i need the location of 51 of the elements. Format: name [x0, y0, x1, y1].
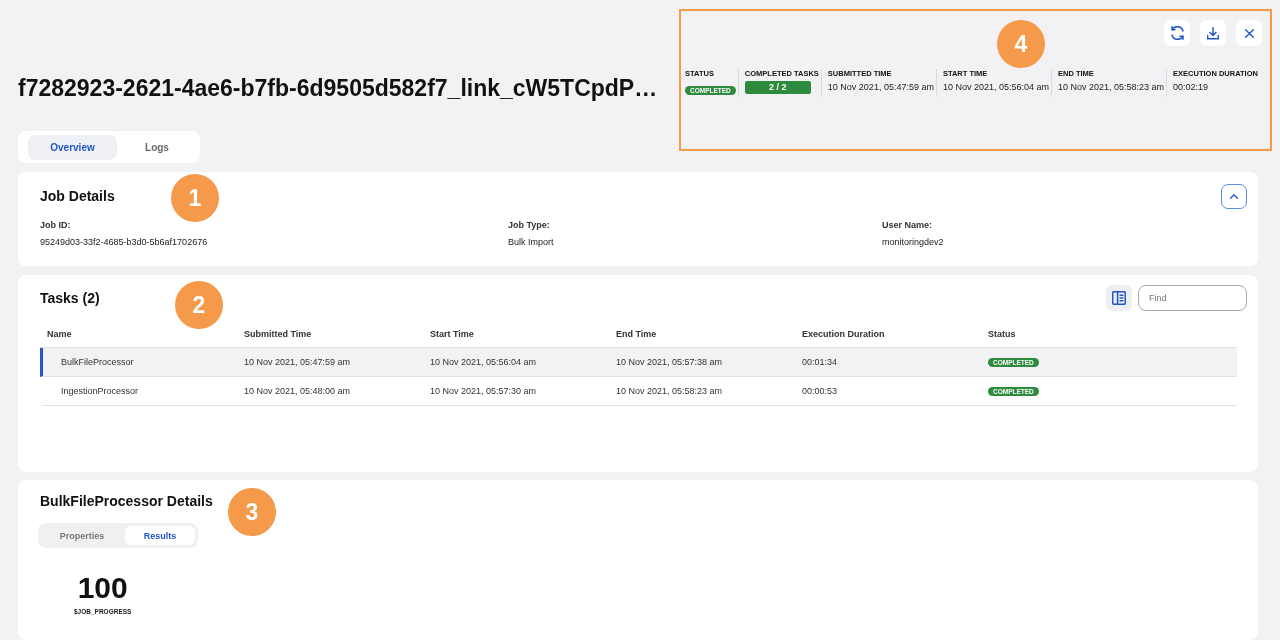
table-cell: 00:01:34: [802, 357, 838, 367]
download-button[interactable]: [1200, 20, 1226, 46]
caret-up-icon: [1230, 193, 1238, 199]
field-label: Job Type:: [508, 219, 550, 231]
column-header: Name: [47, 328, 72, 339]
column-header: Start Time: [430, 328, 474, 339]
field-value: Bulk Import: [508, 236, 554, 248]
stat-value: 10 Nov 2021, 05:58:23 am: [1058, 81, 1165, 93]
stat-value: 00:02:19: [1173, 81, 1210, 93]
metric-value: 100: [77, 573, 128, 603]
column-header: End Time: [616, 328, 657, 339]
table-cell: BulkFileProcessor: [61, 357, 134, 367]
section-title: Tasks (2): [40, 290, 100, 306]
search-field[interactable]: Find: [1138, 285, 1247, 311]
download-icon: [1207, 26, 1219, 40]
callout-number: 4: [997, 20, 1045, 68]
table-cell: 10 Nov 2021, 05:58:23 am: [616, 386, 723, 396]
section-title: Job Details: [40, 188, 115, 204]
column-toggle-button[interactable]: [1106, 285, 1132, 311]
field-value: 95249d03-33f2-4685-b3d0-5b6af1702676: [40, 236, 208, 248]
tab[interactable]: Results: [125, 526, 195, 545]
table-cell: IngestionProcessor: [61, 386, 139, 396]
field-label: User Name:: [882, 219, 933, 231]
tab[interactable]: Overview: [28, 134, 117, 160]
table-cell: 00:00:53: [802, 386, 838, 396]
table-cell: 10 Nov 2021, 05:56:04 am: [430, 357, 537, 367]
column-header: Execution Duration: [802, 328, 885, 339]
refresh-button[interactable]: [1164, 20, 1190, 46]
table-cell: 10 Nov 2021, 05:48:00 am: [244, 386, 351, 396]
collapse-button[interactable]: [1221, 183, 1247, 209]
tab[interactable]: Logs: [117, 134, 197, 160]
stat-value: 10 Nov 2021, 05:56:04 am: [942, 81, 1049, 93]
field-label: Job ID:: [40, 219, 71, 231]
table-cell: 10 Nov 2021, 05:47:59 am: [244, 357, 351, 367]
page-title: f7282923-2621-4ae6-b7fb-6d9505d582f7_link_cW5TCpdP…: [18, 74, 658, 103]
task-count: 2 / 2: [769, 81, 787, 94]
close-icon: [1244, 28, 1254, 38]
table-cell: 10 Nov 2021, 05:57:30 am: [430, 386, 537, 396]
column-header: Status: [988, 328, 1016, 339]
refresh-icon: [1170, 26, 1184, 40]
callout-number: 1: [171, 174, 219, 222]
panel-layout-icon: [1112, 291, 1126, 305]
callout-number: 2: [175, 281, 223, 329]
table-cell: 10 Nov 2021, 05:57:38 am: [616, 357, 723, 367]
column-header: Submitted Time: [244, 328, 312, 339]
callout-number: 3: [228, 488, 276, 536]
tab[interactable]: Properties: [41, 526, 123, 545]
section-title: BulkFileProcessor Details: [40, 493, 213, 509]
field-value: monitoringdev2: [882, 236, 944, 248]
close-button[interactable]: [1236, 20, 1262, 46]
stat-value: 10 Nov 2021, 05:47:59 am: [827, 81, 934, 93]
